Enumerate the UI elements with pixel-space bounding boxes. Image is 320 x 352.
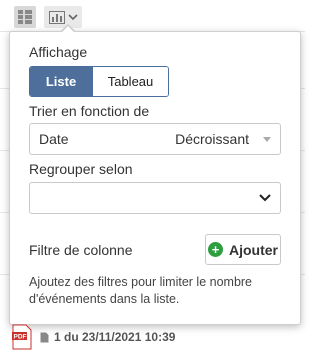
grid-view-button[interactable]	[14, 6, 36, 28]
chart-icon	[48, 10, 65, 24]
list-item[interactable]: PDF 1 du 23/11/2021 10:39	[12, 324, 175, 350]
view-table-button[interactable]: Tableau	[92, 67, 168, 96]
grid-view-icon	[18, 10, 32, 24]
chevron-down-icon	[259, 194, 271, 202]
list-item-label: 1 du 23/11/2021 10:39	[54, 330, 176, 344]
list-item-text-group: 1 du 23/11/2021 10:39	[40, 330, 175, 344]
pdf-icon: PDF	[12, 324, 32, 350]
column-filter-label: Filtre de colonne	[29, 242, 133, 258]
svg-text:PDF: PDF	[14, 334, 27, 341]
add-filter-label: Ajouter	[229, 241, 278, 258]
group-select[interactable]	[29, 182, 281, 214]
plus-circle-icon: +	[208, 242, 223, 257]
chevron-down-icon	[67, 13, 78, 20]
view-list-button[interactable]: Liste	[30, 67, 92, 96]
display-label: Affichage	[29, 44, 88, 60]
caret-down-icon	[263, 136, 271, 142]
sort-label: Trier en fonction de	[29, 103, 150, 119]
add-filter-button[interactable]: + Ajouter	[205, 234, 281, 265]
document-icon	[40, 332, 49, 342]
view-options-popover: Affichage Liste Tableau Trier en fonctio…	[9, 31, 301, 325]
group-label: Regrouper selon	[29, 161, 133, 177]
popover-arrow-fill	[61, 26, 75, 33]
sort-field-value: Date	[39, 131, 69, 147]
sort-select[interactable]: Date Décroissant	[29, 123, 281, 155]
filter-help-text: Ajoutez des filtres pour limiter le nomb…	[29, 275, 253, 306]
view-mode-toggle: Liste Tableau	[29, 66, 169, 97]
sort-order-value: Décroissant	[175, 131, 249, 147]
